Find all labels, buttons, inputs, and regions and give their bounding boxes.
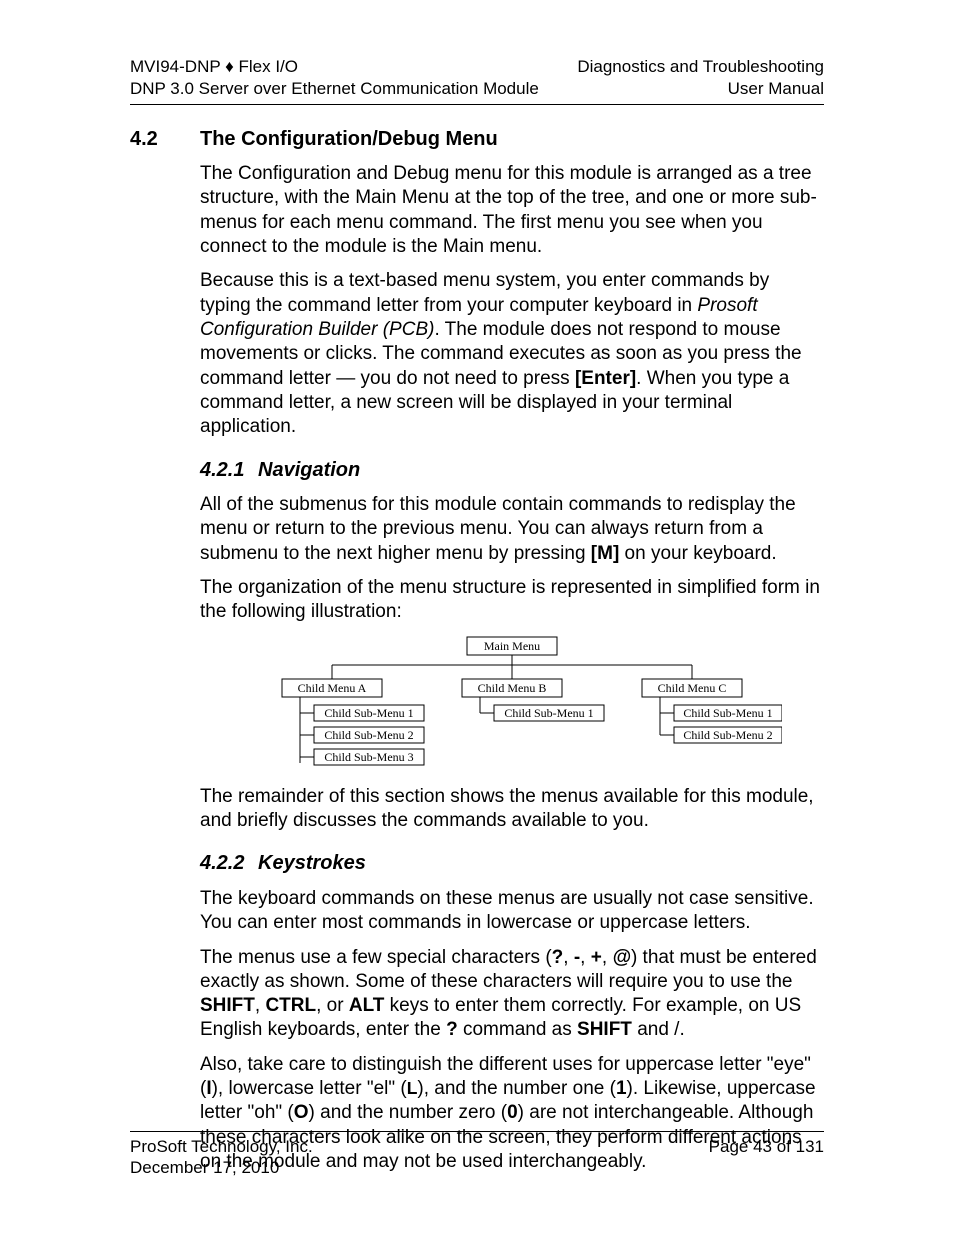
subsection-number: 4.2.1 [200, 458, 258, 484]
text-bold: 0 [507, 1102, 518, 1123]
text-bold: L [407, 1078, 418, 1098]
tree-node: Child Menu A [298, 680, 367, 694]
tree-node: Child Sub-Menu 3 [324, 749, 413, 763]
text-run: , or [316, 995, 349, 1016]
section-number: 4.2 [130, 127, 200, 153]
header-left-line1: MVI94-DNP ♦ Flex I/O [130, 56, 539, 78]
text-run: and /. [632, 1019, 685, 1040]
text-bold: 1 [616, 1078, 627, 1099]
header-left-line2: DNP 3.0 Server over Ethernet Communicati… [130, 78, 539, 100]
subsection-title: Keystrokes [258, 851, 366, 877]
footer-rule [130, 1131, 824, 1132]
text-run: , [563, 947, 574, 968]
section-4-2-heading: 4.2 The Configuration/Debug Menu [130, 127, 824, 153]
text-run: ), and the number one ( [417, 1078, 616, 1099]
header-right-line1: Diagnostics and Troubleshooting [577, 56, 824, 78]
tree-node: Child Sub-Menu 1 [504, 705, 593, 719]
paragraph: The remainder of this section shows the … [200, 785, 824, 834]
text-bold: SHIFT [577, 1019, 632, 1040]
menu-tree-diagram: .bx { fill:#fff; stroke:#000; stroke-wid… [242, 635, 782, 775]
header-rule [130, 104, 824, 105]
section-4-2-2-heading: 4.2.2 Keystrokes [200, 851, 824, 877]
tree-node: Child Sub-Menu 2 [324, 727, 413, 741]
text-run: The menus use a few special characters ( [200, 947, 552, 968]
text-bold: SHIFT [200, 995, 255, 1016]
page-footer: ProSoft Technology, Inc. December 17, 20… [130, 1136, 824, 1180]
section-4-2-1-heading: 4.2.1 Navigation [200, 458, 824, 484]
text-bold: @ [612, 947, 631, 968]
tree-node: Child Menu C [658, 680, 727, 694]
paragraph: All of the submenus for this module cont… [200, 493, 824, 566]
tree-root: Main Menu [484, 638, 540, 652]
subsection-title: Navigation [258, 458, 360, 484]
text-run: command as [458, 1019, 577, 1040]
text-bold: ? [552, 947, 564, 968]
subsection-number: 4.2.2 [200, 851, 258, 877]
tree-node: Child Sub-Menu 2 [683, 727, 772, 741]
header-right-line2: User Manual [577, 78, 824, 100]
text-run: , [602, 947, 613, 968]
page-header: MVI94-DNP ♦ Flex I/O DNP 3.0 Server over… [130, 56, 824, 100]
text-bold: O [294, 1102, 309, 1123]
text-run: , [580, 947, 591, 968]
tree-node: Child Menu B [478, 680, 547, 694]
text-bold: [Enter] [575, 368, 636, 389]
text-bold: ? [446, 1019, 458, 1040]
text-bold: ALT [349, 995, 385, 1016]
paragraph: The organization of the menu structure i… [200, 576, 824, 625]
paragraph: The menus use a few special characters (… [200, 946, 824, 1043]
text-run: ), lowercase letter "el" ( [212, 1078, 407, 1099]
text-run: , [255, 995, 266, 1016]
text-bold: [M] [591, 543, 619, 564]
text-bold: CTRL [265, 995, 316, 1016]
tree-node: Child Sub-Menu 1 [683, 705, 772, 719]
paragraph: The Configuration and Debug menu for thi… [200, 162, 824, 259]
tree-node: Child Sub-Menu 1 [324, 705, 413, 719]
text-run: on your keyboard. [619, 543, 776, 564]
footer-company: ProSoft Technology, Inc. [130, 1136, 313, 1158]
paragraph: Because this is a text-based menu system… [200, 269, 824, 439]
footer-page-number: Page 43 of 131 [709, 1136, 824, 1158]
paragraph: The keyboard commands on these menus are… [200, 887, 824, 936]
footer-date: December 17, 2010 [130, 1157, 313, 1179]
text-run: ) and the number zero ( [309, 1102, 508, 1123]
text-bold: + [591, 947, 602, 968]
text-run: Because this is a text-based menu system… [200, 270, 769, 315]
section-title: The Configuration/Debug Menu [200, 127, 498, 153]
